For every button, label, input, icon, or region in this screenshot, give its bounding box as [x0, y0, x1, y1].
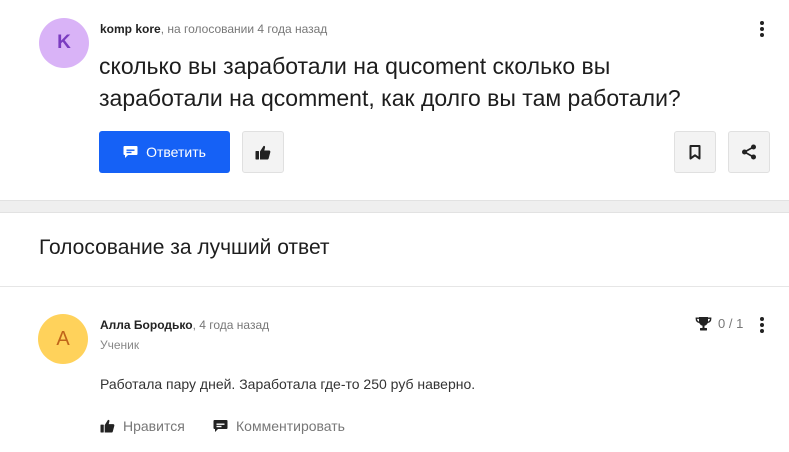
answer-time: , 4 года назад	[192, 318, 270, 332]
vote-count: 0 / 1	[718, 316, 744, 331]
vote-counter[interactable]: 0 / 1	[695, 316, 743, 331]
answer-more-icon[interactable]	[755, 314, 769, 336]
question-time: , на голосовании 4 года назад	[160, 22, 328, 36]
answer-comment-label: Комментировать	[236, 418, 345, 434]
question-card: K komp kore, на голосовании 4 года назад…	[0, 0, 789, 200]
bookmark-button[interactable]	[674, 131, 716, 173]
answer-comment-button[interactable]: Комментировать	[213, 418, 345, 434]
answer-button[interactable]: Ответить	[99, 131, 230, 173]
question-author-name[interactable]: komp kore	[100, 22, 161, 36]
question-text: сколько вы заработали на qucoment скольк…	[99, 53, 681, 111]
question-more-icon[interactable]	[755, 18, 769, 40]
question-author-avatar[interactable]: K	[39, 18, 89, 68]
share-button[interactable]	[728, 131, 770, 173]
answer-button-label: Ответить	[146, 144, 206, 160]
thumb-up-icon	[100, 419, 115, 433]
chat-icon	[123, 146, 138, 158]
share-icon	[742, 144, 756, 160]
answer-author-avatar[interactable]: А	[38, 314, 88, 364]
comment-icon	[213, 420, 228, 432]
thumb-up-icon	[255, 145, 271, 159]
answer-like-button[interactable]: Нравится	[100, 418, 185, 434]
question-meta: komp kore, на голосовании 4 года назад	[100, 22, 327, 36]
answer-author-rank: Ученик	[100, 338, 140, 352]
like-question-button[interactable]	[242, 131, 284, 173]
answer-meta: Алла Бородько, 4 года назад	[100, 318, 269, 332]
vote-section-title: Голосование за лучший ответ	[39, 236, 330, 259]
trophy-icon	[695, 317, 712, 331]
answer-text: Работала пару дней. Заработала где-то 25…	[100, 376, 476, 392]
answer-like-label: Нравится	[123, 418, 185, 434]
section-separator	[0, 200, 789, 213]
answer-author-name[interactable]: Алла Бородько	[100, 318, 193, 332]
bookmark-icon	[689, 144, 701, 159]
divider	[0, 286, 789, 287]
